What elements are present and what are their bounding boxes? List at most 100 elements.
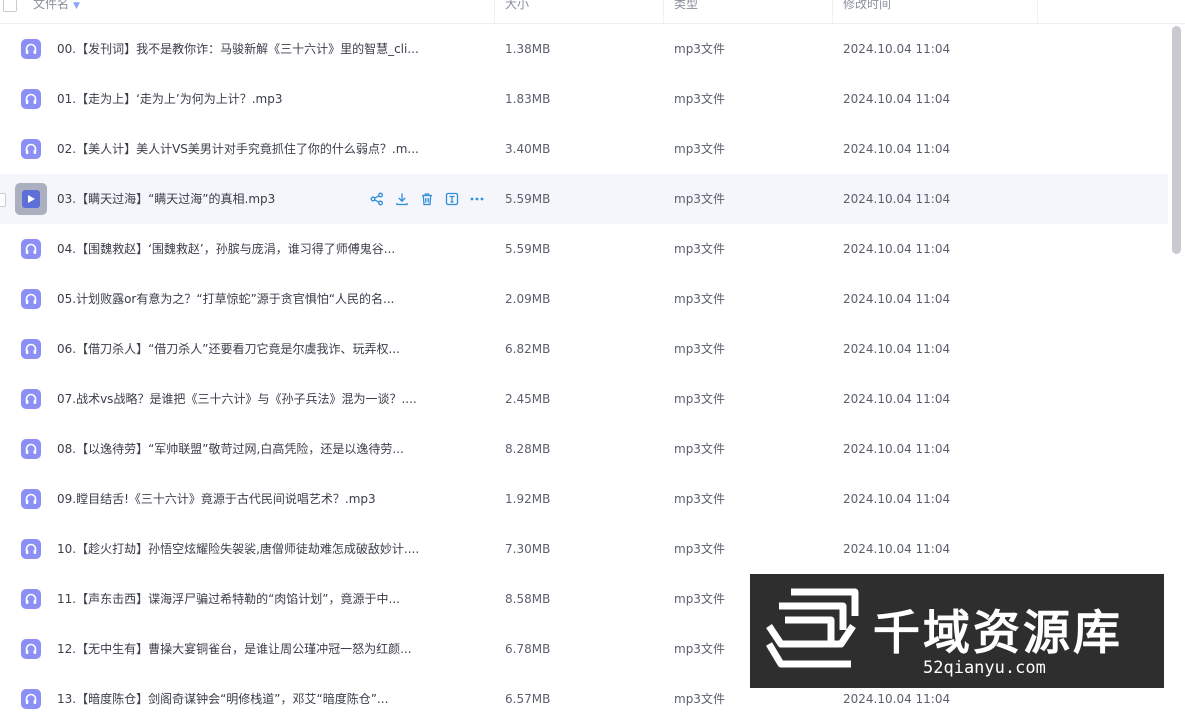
file-type: mp3文件 xyxy=(674,392,725,406)
file-type: mp3文件 xyxy=(674,642,725,656)
column-divider[interactable] xyxy=(1037,0,1038,23)
file-type: mp3文件 xyxy=(674,42,725,56)
play-icon[interactable] xyxy=(15,183,47,215)
file-type: mp3文件 xyxy=(674,692,725,706)
file-size: 6.78MB xyxy=(505,642,551,656)
sort-icon[interactable]: ▼ xyxy=(73,1,80,11)
file-type: mp3文件 xyxy=(674,142,725,156)
file-size: 3.40MB xyxy=(505,142,551,156)
file-size: 1.83MB xyxy=(505,92,551,106)
headphones-icon xyxy=(21,439,41,459)
file-name[interactable]: 12.【无中生有】曹操大宴铜雀台，是谁让周公瑾冲冠一怒为红颜... xyxy=(57,624,412,674)
file-row[interactable]: 08.【以逸待劳】“军帅联盟”敬苛过网,白高凭险，还是以逸待劳... 8.28MB… xyxy=(0,424,1168,474)
headphones-icon xyxy=(21,689,41,709)
file-modified-date: 2024.10.04 11:04 xyxy=(843,242,951,256)
file-name[interactable]: 08.【以逸待劳】“军帅联盟”敬苛过网,白高凭险，还是以逸待劳... xyxy=(57,424,404,474)
headphones-icon xyxy=(21,489,41,509)
rename-icon[interactable] xyxy=(444,191,460,207)
file-list-header: 文件名 ▼ 大小 类型 修改时间 xyxy=(0,0,1185,24)
file-size: 2.09MB xyxy=(505,292,551,306)
file-modified-date: 2024.10.04 11:04 xyxy=(843,542,951,556)
more-icon[interactable] xyxy=(469,191,485,207)
file-row[interactable]: 00.【发刊词】我不是教你诈：马骏新解《三十六计》里的智慧_cli... 1.38… xyxy=(0,24,1168,74)
file-type: mp3文件 xyxy=(674,492,725,506)
type-column-header[interactable]: 类型 xyxy=(674,0,824,23)
file-size: 7.30MB xyxy=(505,542,551,556)
file-name[interactable]: 01.【走为上】‘走为上’为何为上计？.mp3 xyxy=(57,74,282,124)
date-column-label: 修改时间 xyxy=(843,0,892,11)
file-name[interactable]: 09.瞠目结舌!《三十六计》竟源于古代民间说唱艺术？.mp3 xyxy=(57,474,376,524)
column-divider[interactable] xyxy=(663,0,664,23)
file-row[interactable]: 02.【美人计】美人计VS美男计对手究竟抓住了你的什么弱点？.m... 3.40M… xyxy=(0,124,1168,174)
file-row[interactable]: 07.战术vs战略？是谁把《三十六计》与《孙子兵法》混为一谈？.... 2.45M… xyxy=(0,374,1168,424)
headphones-icon xyxy=(21,139,41,159)
row-checkbox[interactable] xyxy=(0,193,6,207)
file-row[interactable]: 05.计划败露or有意为之？“打草惊蛇”源于贪官惧怕“人民的名... 2.09MB… xyxy=(0,274,1168,324)
file-row[interactable]: 04.【围魏救赵】‘围魏救赵’，孙膑与庞涓，谁习得了师傅鬼谷... 5.59MB m… xyxy=(0,224,1168,274)
file-name[interactable]: 13.【暗度陈仓】剑阁奇谋钟会“明修栈道”，邓艾“暗度陈仓”... xyxy=(57,674,388,724)
file-size: 6.57MB xyxy=(505,692,551,706)
file-type: mp3文件 xyxy=(674,242,725,256)
headphones-icon xyxy=(21,339,41,359)
file-name[interactable]: 06.【借刀杀人】“借刀杀人”还要看刀它竟是尔虞我诈、玩弄权... xyxy=(57,324,400,374)
headphones-icon xyxy=(21,289,41,309)
file-size: 5.59MB xyxy=(505,192,551,206)
file-size: 1.92MB xyxy=(505,492,551,506)
name-column-label: 文件名 xyxy=(33,0,70,11)
file-row[interactable]: 09.瞠目结舌!《三十六计》竟源于古代民间说唱艺术？.mp3 1.92MB mp3文… xyxy=(0,474,1168,524)
file-size: 5.59MB xyxy=(505,242,551,256)
file-modified-date: 2024.10.04 11:04 xyxy=(843,392,951,406)
headphones-icon xyxy=(21,239,41,259)
file-row[interactable]: 03.【瞒天过海】“瞒天过海”的真相.mp3 5.59MB mp3文件 2024.10… xyxy=(0,174,1168,224)
file-modified-date: 2024.10.04 11:04 xyxy=(843,92,951,106)
row-actions xyxy=(369,191,485,207)
file-name[interactable]: 05.计划败露or有意为之？“打草惊蛇”源于贪官惧怕“人民的名... xyxy=(57,274,394,324)
delete-icon[interactable] xyxy=(419,191,435,207)
file-modified-date: 2024.10.04 11:04 xyxy=(843,192,951,206)
file-name[interactable]: 04.【围魏救赵】‘围魏救赵’，孙膑与庞涓，谁习得了师傅鬼谷... xyxy=(57,224,395,274)
file-type: mp3文件 xyxy=(674,292,725,306)
file-size: 6.82MB xyxy=(505,342,551,356)
file-name[interactable]: 02.【美人计】美人计VS美男计对手究竟抓住了你的什么弱点？.m... xyxy=(57,124,419,174)
date-column-header[interactable]: 修改时间 xyxy=(843,0,1033,23)
headphones-icon xyxy=(21,389,41,409)
file-type: mp3文件 xyxy=(674,342,725,356)
watermark-banner: 千域资源库 52qianyu.com xyxy=(750,574,1164,688)
headphones-icon xyxy=(21,539,41,559)
file-size: 8.28MB xyxy=(505,442,551,456)
file-type: mp3文件 xyxy=(674,442,725,456)
file-name[interactable]: 03.【瞒天过海】“瞒天过海”的真相.mp3 xyxy=(57,174,275,224)
size-column-label: 大小 xyxy=(505,0,530,11)
file-type: mp3文件 xyxy=(674,542,725,556)
download-icon[interactable] xyxy=(394,191,410,207)
column-divider[interactable] xyxy=(494,0,495,23)
vertical-scrollbar[interactable] xyxy=(1172,26,1181,254)
file-modified-date: 2024.10.04 11:04 xyxy=(843,342,951,356)
size-column-header[interactable]: 大小 xyxy=(505,0,655,23)
file-modified-date: 2024.10.04 11:04 xyxy=(843,42,951,56)
headphones-icon xyxy=(21,39,41,59)
name-column-header[interactable]: 文件名 ▼ xyxy=(33,0,493,23)
file-name[interactable]: 00.【发刊词】我不是教你诈：马骏新解《三十六计》里的智慧_cli... xyxy=(57,24,419,74)
column-divider[interactable] xyxy=(832,0,833,23)
file-type: mp3文件 xyxy=(674,192,725,206)
file-modified-date: 2024.10.04 11:04 xyxy=(843,142,951,156)
file-name[interactable]: 07.战术vs战略？是谁把《三十六计》与《孙子兵法》混为一谈？.... xyxy=(57,374,417,424)
select-all-checkbox[interactable] xyxy=(3,0,17,12)
file-type: mp3文件 xyxy=(674,592,725,606)
share-icon[interactable] xyxy=(369,191,385,207)
file-modified-date: 2024.10.04 11:04 xyxy=(843,292,951,306)
headphones-icon xyxy=(21,589,41,609)
watermark-url: 52qianyu.com xyxy=(923,658,1046,678)
file-size: 2.45MB xyxy=(505,392,551,406)
file-size: 8.58MB xyxy=(505,592,551,606)
file-modified-date: 2024.10.04 11:04 xyxy=(843,492,951,506)
file-name[interactable]: 11.【声东击西】谍海浮尸骗过希特勒的“肉馅计划”，竟源于中... xyxy=(57,574,400,624)
file-row[interactable]: 06.【借刀杀人】“借刀杀人”还要看刀它竟是尔虞我诈、玩弄权... 6.82MB m… xyxy=(0,324,1168,374)
headphones-icon xyxy=(21,89,41,109)
type-column-label: 类型 xyxy=(674,0,699,11)
file-name[interactable]: 10.【趁火打劫】孙悟空炫耀险失袈裟,唐僧师徒劫难怎成破敌妙计.... xyxy=(57,524,419,574)
headphones-icon xyxy=(21,639,41,659)
file-row[interactable]: 01.【走为上】‘走为上’为何为上计？.mp3 1.83MB mp3文件 2024.1… xyxy=(0,74,1168,124)
file-row[interactable]: 10.【趁火打劫】孙悟空炫耀险失袈裟,唐僧师徒劫难怎成破敌妙计.... 7.30M… xyxy=(0,524,1168,574)
